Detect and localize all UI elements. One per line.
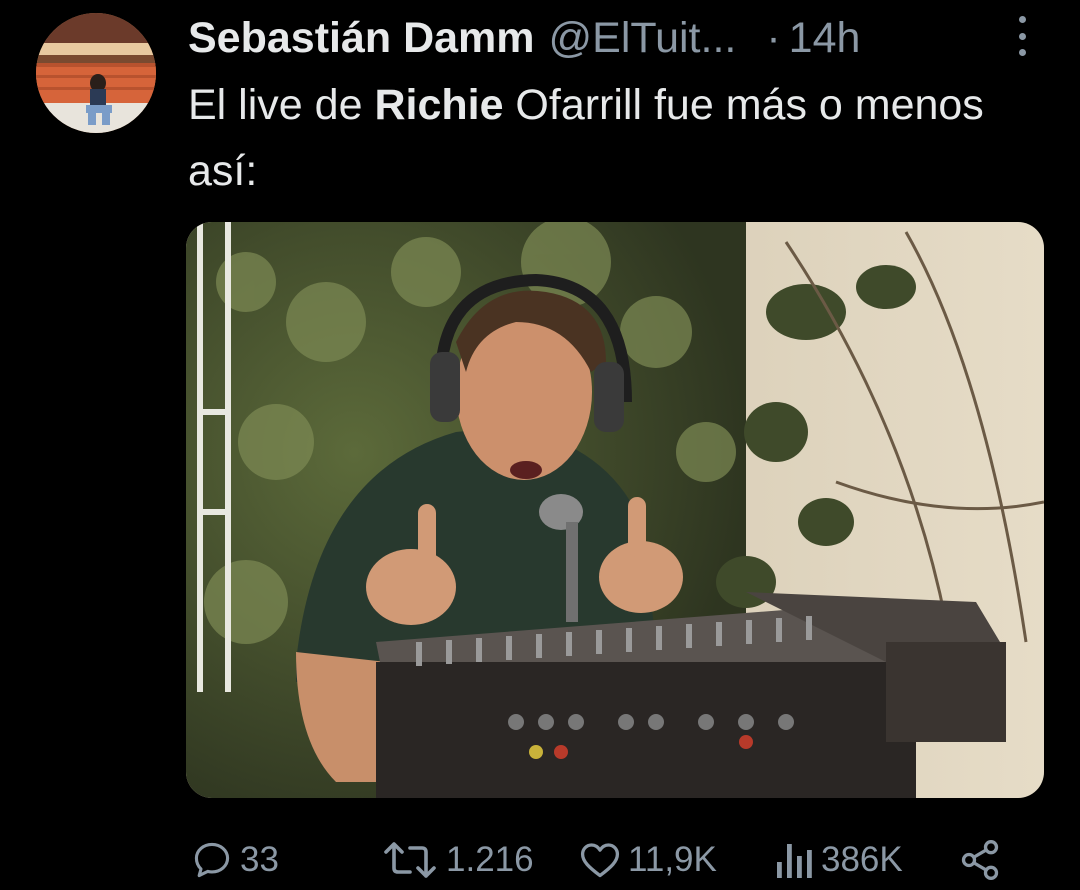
tweet-text: El live de Richie Ofarrill fue más o men… bbox=[188, 72, 1008, 204]
tweet-media-image[interactable] bbox=[186, 222, 1044, 798]
views-count: 386K bbox=[821, 840, 903, 879]
reply-icon bbox=[194, 842, 230, 878]
author-name[interactable]: Sebastián Damm bbox=[188, 14, 535, 63]
avatar[interactable] bbox=[36, 13, 156, 133]
like-button[interactable]: 11,9K bbox=[578, 832, 717, 888]
like-count: 11,9K bbox=[628, 840, 717, 879]
share-icon bbox=[961, 840, 999, 880]
tweet-text-bold: Richie bbox=[374, 81, 504, 129]
retweet-button[interactable]: 1.216 bbox=[380, 832, 534, 888]
share-button[interactable] bbox=[958, 832, 1002, 888]
tweet-text-part: El live de bbox=[188, 81, 375, 129]
tweet: Sebastián Damm @ElTuit... · 14h El live … bbox=[0, 0, 1080, 890]
reply-button[interactable]: 33 bbox=[190, 832, 279, 888]
views-button[interactable]: 386K bbox=[775, 832, 903, 888]
more-icon[interactable] bbox=[1014, 16, 1030, 56]
heart-icon bbox=[580, 843, 620, 878]
separator: · bbox=[766, 13, 781, 62]
tweet-header: Sebastián Damm @ElTuit... · 14h bbox=[188, 8, 1060, 68]
retweet-count: 1.216 bbox=[446, 840, 534, 879]
author-handle[interactable]: @ElTuit... bbox=[549, 14, 737, 63]
timestamp[interactable]: 14h bbox=[789, 14, 861, 63]
retweet-icon bbox=[384, 842, 436, 878]
views-icon bbox=[777, 844, 812, 878]
action-bar: 33 1.216 11,9K 386K bbox=[190, 832, 1020, 888]
reply-count: 33 bbox=[240, 840, 279, 879]
